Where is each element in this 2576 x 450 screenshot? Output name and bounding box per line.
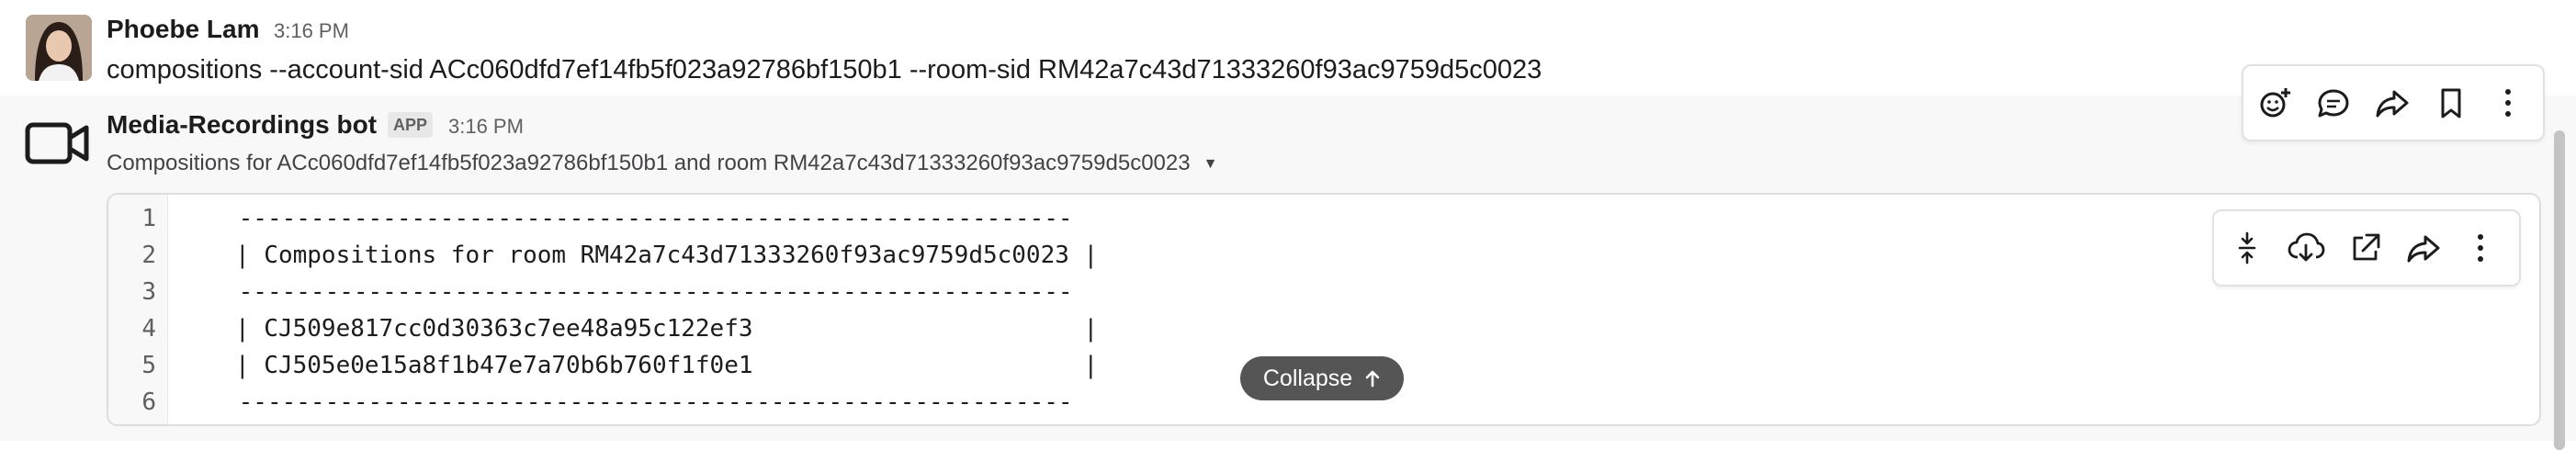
download-icon[interactable]	[2286, 228, 2326, 268]
reply-in-thread-icon[interactable]	[2313, 83, 2354, 123]
open-external-icon[interactable]	[2344, 228, 2385, 268]
line-number: 2	[141, 242, 156, 269]
collapse-icon[interactable]	[2227, 228, 2267, 268]
bookmark-icon[interactable]	[2431, 83, 2471, 123]
video-camera-icon[interactable]	[24, 116, 92, 171]
line-number: 4	[141, 315, 156, 343]
arrow-up-icon	[1364, 356, 1381, 400]
code-line: | CJ509e817cc0d30363c7ee48a95c122ef3 |	[235, 315, 1099, 343]
line-number: 1	[141, 205, 156, 232]
app-badge: APP	[388, 112, 434, 138]
snippet-title[interactable]: Compositions for ACc060dfd7ef14fb5f023a9…	[107, 147, 1217, 181]
line-number-gutter: 1 2 3 4 5 6	[108, 195, 168, 424]
line-number: 6	[141, 388, 156, 416]
snippet-title-text: Compositions for ACc060dfd7ef14fb5f023a9…	[107, 151, 1191, 175]
message-actions-toolbar	[2242, 64, 2545, 141]
collapse-label: Collapse	[1262, 366, 1353, 391]
collapse-button[interactable]: Collapse	[1240, 356, 1404, 400]
message-text: compositions --account-sid ACc060dfd7ef1…	[107, 55, 1542, 84]
caret-down-icon[interactable]: ▼	[1203, 148, 1218, 181]
code-line: ----------------------------------------…	[224, 205, 1073, 232]
snippet-actions-toolbar	[2212, 209, 2521, 287]
line-number: 3	[141, 278, 156, 306]
bot-name[interactable]: Media-Recordings bot	[107, 107, 377, 143]
more-options-icon[interactable]	[2460, 228, 2501, 268]
message-timestamp[interactable]: 3:16 PM	[448, 112, 524, 141]
more-actions-icon[interactable]	[2488, 83, 2528, 123]
share-icon[interactable]	[2403, 228, 2444, 268]
message-phoebe: Phoebe Lam 3:16 PM compositions --accoun…	[0, 0, 2576, 96]
code-line: ----------------------------------------…	[224, 388, 1073, 416]
line-number: 5	[141, 352, 156, 379]
code-line: | Compositions for room RM42a7c43d713332…	[235, 242, 1099, 269]
forward-icon[interactable]	[2372, 83, 2412, 123]
scrollbar[interactable]	[2554, 130, 2565, 450]
author-name[interactable]: Phoebe Lam	[107, 11, 259, 48]
code-line: | CJ505e0e15a8f1b47e7a70b6b760f1f0e1 |	[235, 352, 1099, 379]
code-line: ----------------------------------------…	[224, 278, 1073, 306]
user-avatar[interactable]	[26, 15, 92, 81]
add-reaction-icon[interactable]	[2254, 83, 2295, 123]
message-timestamp[interactable]: 3:16 PM	[274, 17, 349, 46]
